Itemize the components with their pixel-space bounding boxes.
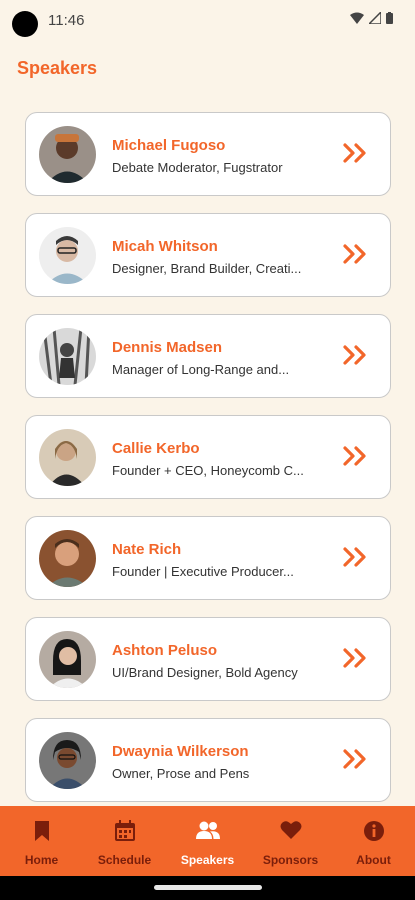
double-chevron-right-icon [343,345,366,365]
avatar [39,429,96,486]
avatar [39,631,96,688]
page-title: Speakers [17,58,98,78]
heart-icon [280,821,301,839]
nav-item-speakers[interactable]: Speakers [166,806,249,876]
avatar [39,227,96,284]
bottom-nav: Home Schedule Speakers Sponsors About [0,806,415,876]
speaker-role: Designer, Brand Builder, Creati... [112,261,302,276]
speaker-name: Nate Rich [112,541,182,558]
speaker-card[interactable]: Dwaynia Wilkerson Owner, Prose and Pens [25,718,391,802]
battery-icon [386,12,393,24]
speaker-role: Founder + CEO, Honeycomb C... [112,463,304,478]
speaker-card[interactable]: Micah Whitson Designer, Brand Builder, C… [25,213,391,297]
speaker-name: Dwaynia Wilkerson [112,743,249,760]
speaker-role: Founder | Executive Producer... [112,564,294,579]
speaker-card[interactable]: Nate Rich Founder | Executive Producer..… [25,516,391,600]
speaker-card[interactable]: Dennis Madsen Manager of Long-Range and.… [25,314,391,398]
speaker-role: Owner, Prose and Pens [112,766,250,781]
nav-item-home[interactable]: Home [0,806,83,876]
avatar [39,126,96,183]
speaker-name: Micah Whitson [112,238,218,255]
speaker-card[interactable]: Michael Fugoso Debate Moderator, Fugstra… [25,112,391,196]
nav-item-about[interactable]: About [332,806,415,876]
people-icon [195,821,220,839]
speaker-name: Ashton Peluso [112,642,218,659]
avatar [39,530,96,587]
speaker-name: Michael Fugoso [112,137,226,154]
nav-item-schedule[interactable]: Schedule [83,806,166,876]
double-chevron-right-icon [343,143,366,163]
status-bar: 11:46 [0,0,415,40]
speaker-card[interactable]: Callie Kerbo Founder + CEO, Honeycomb C.… [25,415,391,499]
double-chevron-right-icon [343,749,366,769]
double-chevron-right-icon [343,446,366,466]
nav-item-sponsors[interactable]: Sponsors [249,806,332,876]
nav-label: Home [24,853,59,867]
nav-label: Sponsors [262,853,319,867]
avatar [39,328,96,385]
speaker-name: Callie Kerbo [112,440,200,457]
bookmark-icon [34,821,49,841]
speaker-role: UI/Brand Designer, Bold Agency [112,665,298,680]
nav-label: About [356,853,391,867]
speaker-name: Dennis Madsen [112,339,223,356]
wifi-icon [350,12,364,24]
signal-icon [369,12,381,24]
home-gesture-handle[interactable] [154,885,262,890]
status-icons [350,12,393,24]
nav-label: Speakers [180,853,235,867]
nav-label: Schedule [97,853,152,867]
speaker-role: Debate Moderator, Fugstrator [112,160,283,175]
calendar-icon [114,820,135,841]
double-chevron-right-icon [343,648,366,668]
info-icon [363,821,384,841]
status-time: 11:46 [48,12,85,29]
double-chevron-right-icon [343,244,366,264]
speaker-role: Manager of Long-Range and... [112,362,290,377]
avatar [39,732,96,789]
system-gesture-bar [0,876,415,900]
speaker-card[interactable]: Ashton Peluso UI/Brand Designer, Bold Ag… [25,617,391,701]
double-chevron-right-icon [343,547,366,567]
camera-cutout [12,11,38,37]
